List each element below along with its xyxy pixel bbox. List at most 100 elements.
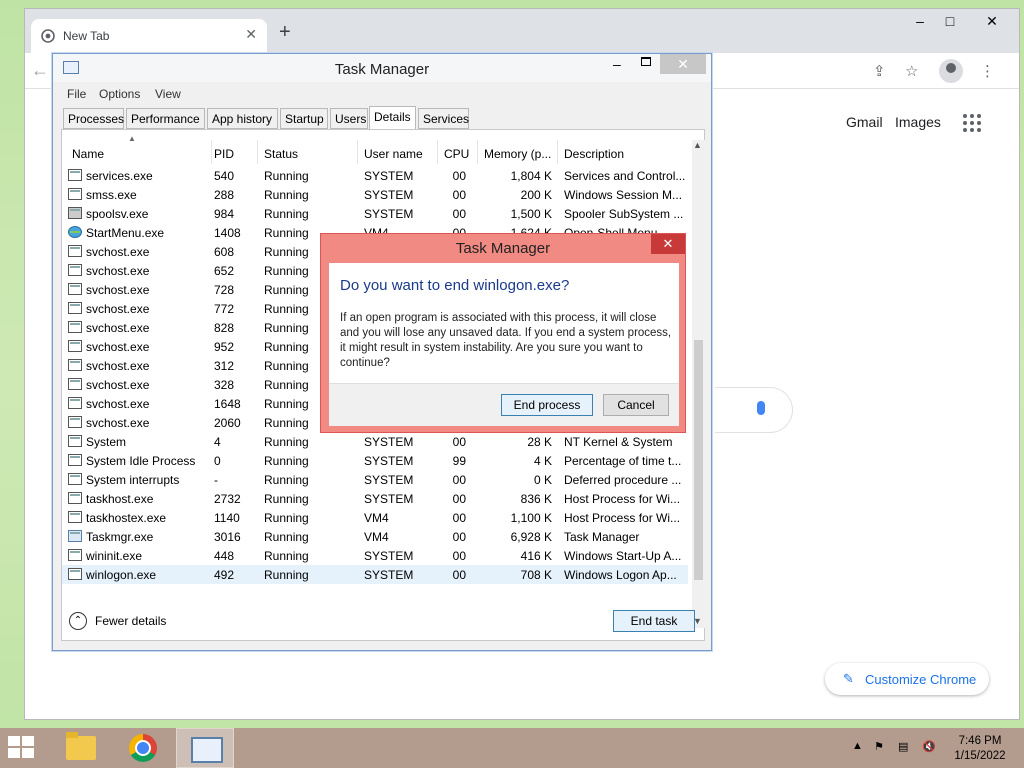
customize-chrome-button[interactable]: ✎ Customize Chrome (825, 663, 989, 695)
column-name[interactable]: Name (66, 140, 212, 164)
column-memory[interactable]: Memory (p... (478, 140, 558, 164)
table-row[interactable]: taskhostex.exe 1140 Running VM4 00 1,100 K Hos… (62, 508, 688, 527)
process-user: VM4 (364, 530, 389, 544)
new-tab-button[interactable]: + (279, 22, 291, 42)
tab-processes[interactable]: Processes (63, 108, 124, 129)
star-icon[interactable]: ☆ (905, 62, 918, 80)
process-pid: 828 (214, 321, 235, 335)
chrome-close-button[interactable]: ✕ (977, 13, 1007, 30)
task-manager-taskbar-icon[interactable] (176, 728, 234, 768)
column-description[interactable]: Description (558, 140, 688, 164)
process-pid: 772 (214, 302, 235, 316)
table-row[interactable]: spoolsv.exe 984 Running SYSTEM 00 1,500 K Spoo… (62, 204, 688, 223)
fewer-details-link[interactable]: Fewer details (95, 614, 166, 628)
column-pid[interactable]: PID (208, 140, 258, 164)
menu-options[interactable]: Options (99, 87, 140, 101)
process-name: smss.exe (86, 188, 137, 202)
table-row[interactable]: Taskmgr.exe 3016 Running VM4 00 6,928 K Task M… (62, 527, 688, 546)
mic-icon[interactable] (757, 401, 765, 415)
network-icon[interactable]: ▤ (898, 740, 908, 753)
chrome-taskbar-icon[interactable] (129, 734, 157, 762)
volume-muted-icon[interactable]: 🔇 (922, 740, 936, 753)
column-username[interactable]: User name (358, 140, 438, 164)
scrollbar-thumb[interactable] (694, 340, 703, 580)
table-row[interactable]: System 4 Running SYSTEM 00 28 K NT Kernel & Sy… (62, 432, 688, 451)
process-name: svchost.exe (86, 397, 150, 411)
process-icon (68, 568, 82, 580)
windows-start-icon[interactable] (8, 736, 36, 760)
show-hidden-icons-icon[interactable]: ▲ (852, 740, 863, 752)
process-name: services.exe (86, 169, 153, 183)
process-status: Running (264, 454, 309, 468)
share-icon[interactable]: ⇪ (873, 62, 886, 80)
dialog-button-bar: End process Cancel (329, 383, 679, 426)
table-row[interactable]: smss.exe 288 Running SYSTEM 00 200 K Windows S… (62, 185, 688, 204)
tab-users[interactable]: Users (330, 108, 368, 129)
back-button[interactable]: ← (31, 60, 49, 81)
process-desc: Deferred procedure ... (564, 473, 682, 487)
end-task-button[interactable]: End task (613, 610, 695, 632)
tm-maximize-button[interactable] (641, 57, 651, 66)
system-clock[interactable]: 7:46 PM 1/15/2022 (950, 734, 1010, 764)
process-icon (68, 492, 82, 504)
end-process-button[interactable]: End process (501, 394, 593, 416)
process-pid: 328 (214, 378, 235, 392)
process-user: SYSTEM (364, 473, 414, 487)
column-cpu[interactable]: CPU (438, 140, 478, 164)
process-pid: 0 (214, 454, 221, 468)
process-user: SYSTEM (364, 207, 414, 221)
table-row[interactable]: winlogon.exe 492 Running SYSTEM 00 708 K Windo… (62, 565, 688, 584)
sort-ascending-icon: ▲ (128, 134, 136, 143)
cancel-button[interactable]: Cancel (603, 394, 669, 416)
tab-close-icon[interactable]: ✕ (245, 26, 257, 43)
process-pid: 2732 (214, 492, 241, 506)
process-cpu: 00 (452, 207, 466, 221)
chrome-maximize-button[interactable]: □ (935, 13, 965, 29)
table-row[interactable]: services.exe 540 Running SYSTEM 00 1,804 K Ser… (62, 166, 688, 185)
tab-startup[interactable]: Startup (280, 108, 328, 129)
menu-view[interactable]: View (155, 87, 181, 101)
process-status: Running (264, 492, 309, 506)
process-name: wininit.exe (86, 549, 143, 563)
tab-performance[interactable]: Performance (126, 108, 205, 129)
action-center-flag-icon[interactable]: ⚑ (874, 740, 884, 753)
details-scrollbar[interactable]: ▲ ▼ (692, 140, 705, 628)
table-row[interactable]: System interrupts - Running SYSTEM 00 0 K Defe… (62, 470, 688, 489)
process-desc: Services and Control... (564, 169, 686, 183)
column-status[interactable]: Status (258, 140, 358, 164)
process-status: Running (264, 207, 309, 221)
process-icon (68, 530, 82, 542)
process-desc: Windows Session M... (564, 188, 683, 202)
process-cpu: 00 (452, 492, 466, 506)
more-icon[interactable]: ⋮ (980, 62, 995, 80)
process-pid: 288 (214, 188, 235, 202)
dialog-close-button[interactable]: ✕ (651, 234, 685, 254)
chrome-minimize-button[interactable]: – (905, 13, 935, 29)
table-row[interactable]: System Idle Process 0 Running SYSTEM 99 4 K Pe… (62, 451, 688, 470)
gmail-link[interactable]: Gmail (846, 114, 883, 130)
process-mem: 0 K (533, 473, 552, 487)
tab-details[interactable]: Details (369, 106, 416, 130)
process-icon (68, 397, 82, 409)
table-row[interactable]: taskhost.exe 2732 Running SYSTEM 00 836 K Host… (62, 489, 688, 508)
tm-minimize-button[interactable]: – (613, 56, 621, 72)
images-link[interactable]: Images (895, 114, 941, 130)
file-explorer-icon[interactable] (66, 732, 96, 760)
search-box[interactable] (715, 387, 793, 433)
tab-new-tab[interactable]: New Tab ✕ (31, 19, 267, 53)
process-status: Running (264, 511, 309, 525)
profile-icon[interactable] (939, 59, 963, 83)
chevron-up-icon[interactable]: ⌃ (69, 612, 87, 630)
apps-grid-icon[interactable] (963, 114, 981, 132)
tm-close-button[interactable]: ✕ (660, 54, 706, 74)
scroll-up-icon[interactable]: ▲ (693, 140, 702, 150)
tab-services[interactable]: Services (418, 108, 469, 129)
process-desc: Host Process for Wi... (564, 511, 681, 525)
process-status: Running (264, 473, 309, 487)
details-header: Name ▲ PID Status User name CPU Memory (… (62, 134, 688, 164)
task-manager-titlebar[interactable]: Task Manager – ✕ (53, 54, 711, 82)
table-row[interactable]: wininit.exe 448 Running SYSTEM 00 416 K Window… (62, 546, 688, 565)
menu-file[interactable]: File (67, 87, 86, 101)
tab-app-history[interactable]: App history (207, 108, 278, 129)
process-name: svchost.exe (86, 302, 150, 316)
